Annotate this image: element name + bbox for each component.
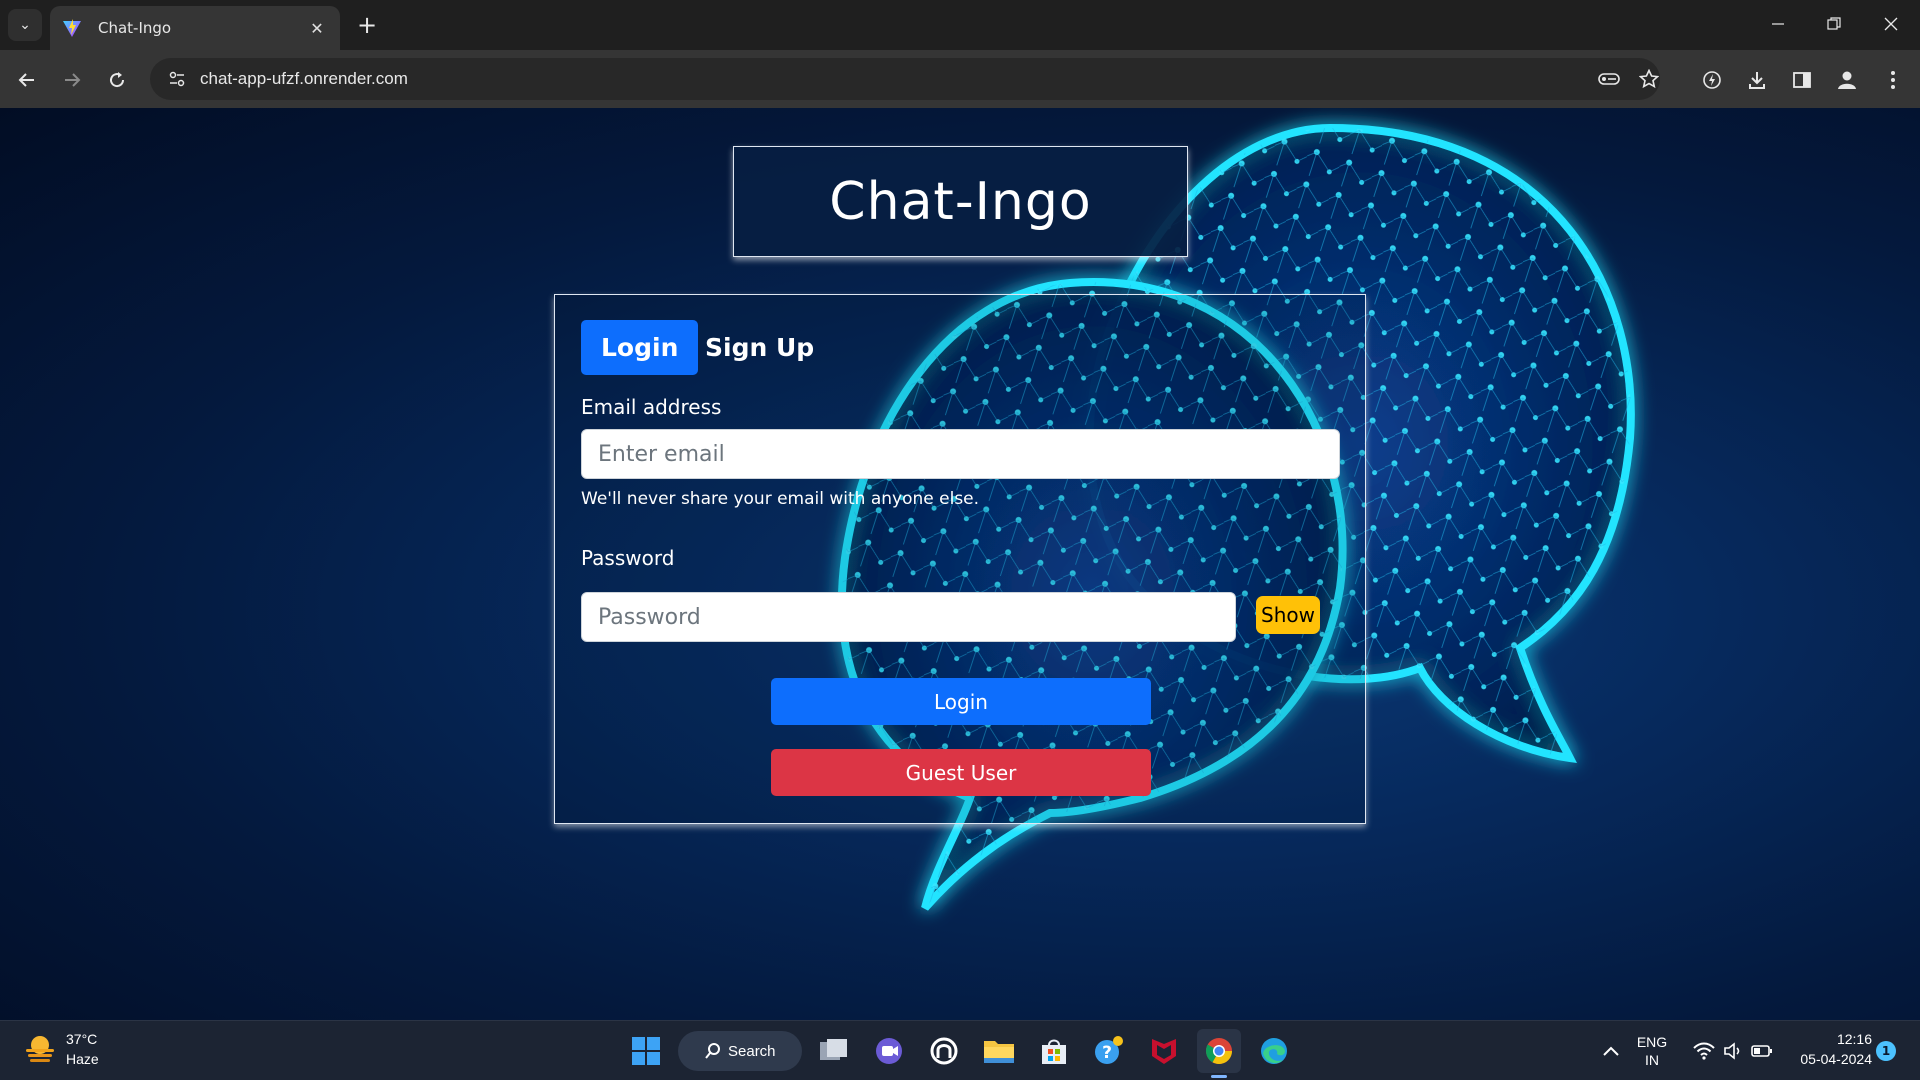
weather-description: Haze — [66, 1051, 99, 1067]
chrome-button[interactable] — [1197, 1029, 1241, 1073]
language-code: ENG — [1636, 1034, 1668, 1050]
clock[interactable]: 12:16 05-04-2024 — [1778, 1029, 1872, 1069]
haze-sun-icon — [26, 1036, 54, 1062]
meet-icon — [876, 1038, 902, 1064]
page-title: Chat-Ingo — [829, 171, 1092, 232]
pinned-app-button[interactable] — [922, 1029, 966, 1073]
brand-header: Chat-Ingo — [733, 146, 1188, 257]
mcafee-icon — [1152, 1039, 1176, 1064]
downloads-button[interactable] — [1740, 63, 1774, 97]
key-icon — [1598, 73, 1620, 85]
restore-icon — [1827, 17, 1841, 30]
show-hidden-icons-button[interactable] — [1589, 1029, 1633, 1073]
forward-button[interactable] — [55, 63, 89, 97]
app-icon — [930, 1037, 958, 1065]
minimize-button[interactable] — [1758, 8, 1798, 40]
search-label: Search — [728, 1042, 776, 1060]
tab-sign-up[interactable]: Sign Up — [685, 320, 834, 375]
chrome-icon — [1205, 1038, 1233, 1065]
performance-button[interactable] — [1695, 63, 1729, 97]
help-icon: ? — [1095, 1036, 1123, 1064]
download-icon — [1749, 72, 1765, 89]
close-tab-icon[interactable]: ✕ — [306, 19, 328, 38]
close-window-button[interactable] — [1871, 8, 1911, 40]
weather-temperature: 37°C — [66, 1031, 98, 1047]
password-field[interactable]: Password — [581, 592, 1236, 642]
address-bar[interactable]: chat-app-ufzf.onrender.com — [150, 58, 1660, 100]
start-button[interactable] — [624, 1029, 668, 1073]
star-icon — [1639, 69, 1659, 89]
active-app-indicator — [1211, 1075, 1227, 1078]
email-label: Email address — [581, 395, 722, 419]
volume-icon — [1724, 1042, 1740, 1060]
file-explorer-button[interactable] — [977, 1029, 1021, 1073]
tab-search-button[interactable]: ⌄ — [8, 9, 42, 41]
battery-icon — [1751, 1045, 1772, 1057]
svg-text:?: ? — [1102, 1043, 1112, 1063]
microsoft-store-button[interactable] — [1032, 1029, 1076, 1073]
tab-title: Chat-Ingo — [98, 19, 172, 37]
task-view-icon — [820, 1039, 847, 1060]
tab-login[interactable]: Login — [581, 320, 699, 375]
email-help-text: We'll never share your email with anyone… — [581, 489, 980, 509]
reload-icon — [110, 72, 125, 88]
notification-badge[interactable]: 1 — [1876, 1041, 1896, 1061]
menu-button[interactable] — [1876, 63, 1910, 97]
close-icon — [1884, 17, 1898, 31]
taskbar-search[interactable]: Search — [678, 1031, 802, 1071]
url-text: chat-app-ufzf.onrender.com — [200, 69, 408, 88]
edge-icon — [1261, 1038, 1287, 1064]
login-button[interactable]: Login — [771, 678, 1151, 725]
restore-button[interactable] — [1814, 8, 1854, 40]
chevron-down-icon: ⌄ — [19, 17, 31, 33]
file-explorer-icon — [984, 1041, 1014, 1063]
chevron-up-icon — [1603, 1046, 1619, 1056]
language-indicator[interactable]: ENG IN — [1629, 1033, 1675, 1069]
browser-titlebar: ⌄ Chat-Ingo ✕ + — [0, 0, 1920, 50]
browser-tab[interactable]: Chat-Ingo ✕ — [50, 6, 340, 50]
wifi-icon — [1693, 1042, 1715, 1060]
auth-card: Login Sign Up Email address Enter email … — [554, 294, 1366, 824]
show-password-button[interactable]: Show — [1256, 596, 1320, 634]
back-button[interactable] — [10, 63, 44, 97]
forward-arrow-icon — [65, 73, 81, 87]
email-field[interactable]: Enter email — [581, 429, 1340, 479]
mcafee-button[interactable] — [1142, 1029, 1186, 1073]
performance-icon — [1703, 71, 1721, 89]
browser-toolbar: chat-app-ufzf.onrender.com — [0, 50, 1920, 108]
profile-button[interactable] — [1830, 63, 1864, 97]
windows-taskbar: 37°C Haze Search ? ENG IN 12:16 05-04-20… — [0, 1020, 1920, 1080]
task-view-button[interactable] — [812, 1029, 856, 1073]
guest-user-button[interactable]: Guest User — [771, 749, 1151, 796]
bookmark-button[interactable] — [1634, 64, 1664, 94]
password-key-button[interactable] — [1594, 64, 1624, 94]
microsoft-store-icon — [1042, 1039, 1066, 1064]
clock-date: 05-04-2024 — [1800, 1051, 1872, 1067]
clock-time: 12:16 — [1836, 1031, 1872, 1047]
kebab-menu-icon — [1891, 71, 1895, 89]
vite-favicon-icon — [63, 19, 81, 37]
password-label: Password — [581, 546, 675, 570]
side-panel-icon — [1793, 72, 1811, 88]
meet-app-button[interactable] — [867, 1029, 911, 1073]
weather-widget[interactable]: 37°C Haze — [22, 1029, 99, 1069]
help-app-button[interactable]: ? — [1087, 1029, 1131, 1073]
side-panel-button[interactable] — [1785, 63, 1819, 97]
windows-start-icon — [632, 1037, 660, 1065]
profile-icon — [1838, 71, 1856, 89]
region-code: IN — [1645, 1052, 1659, 1068]
page-viewport: Chat-Ingo Login Sign Up Email address En… — [0, 108, 1920, 1020]
edge-button[interactable] — [1252, 1029, 1296, 1073]
site-info-button[interactable] — [162, 64, 192, 94]
minimize-icon — [1772, 23, 1784, 25]
new-tab-button[interactable]: + — [352, 10, 382, 40]
back-arrow-icon — [18, 73, 34, 87]
site-settings-icon — [169, 71, 185, 87]
reload-button[interactable] — [100, 63, 134, 97]
quick-settings-button[interactable] — [1678, 1029, 1788, 1073]
search-icon — [705, 1043, 720, 1059]
